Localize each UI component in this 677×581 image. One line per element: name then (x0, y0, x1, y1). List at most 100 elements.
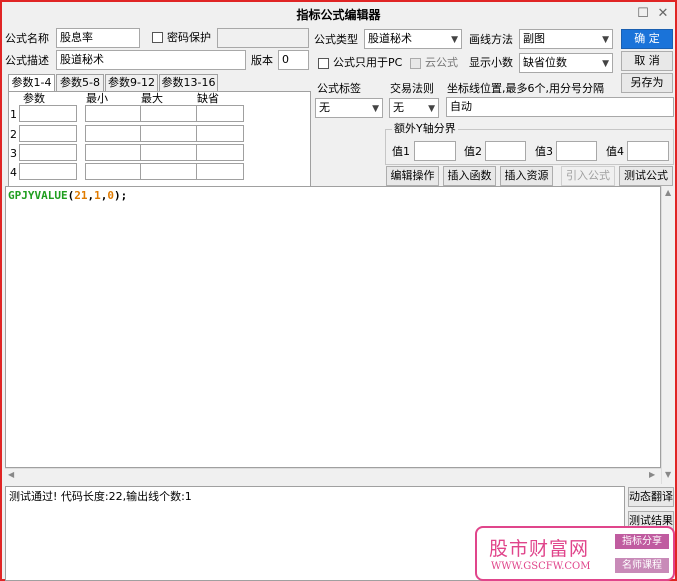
chevron-down-icon: ▼ (428, 104, 435, 114)
formula-name-label: 公式名称 (5, 32, 49, 45)
param-row-number: 1 (10, 108, 17, 121)
version-input[interactable]: 0 (278, 50, 309, 70)
param-4-max[interactable] (140, 163, 198, 180)
cloud-formula-checkbox[interactable] (410, 58, 421, 69)
param-col-name: 参数 (23, 92, 45, 105)
chevron-down-icon: ▼ (451, 35, 458, 45)
value-2-input[interactable] (485, 141, 526, 161)
pc-only-checkbox[interactable] (318, 58, 329, 69)
version-label: 版本 (251, 54, 273, 67)
code-editor[interactable]: GPJYVALUE(21,1,0); (5, 186, 661, 468)
chevron-down-icon: ▼ (602, 35, 609, 45)
axis-position-input[interactable]: 自动 (446, 97, 674, 117)
param-2-min[interactable] (85, 125, 143, 142)
trade-rule-label: 交易法则 (390, 82, 434, 95)
test-formula-button[interactable]: 测试公式 (619, 166, 673, 186)
decimals-label: 显示小数 (469, 56, 513, 69)
watermark-url: WWW.GSCFW.COM (491, 561, 591, 572)
param-3-max[interactable] (140, 144, 198, 161)
param-col-default: 缺省 (197, 92, 219, 105)
watermark-tag-course: 名师课程 (615, 558, 669, 573)
param-2-name[interactable] (19, 125, 77, 142)
param-1-max[interactable] (140, 105, 198, 122)
insert-resource-button[interactable]: 插入资源 (500, 166, 553, 186)
cloud-formula-label: 云公式 (425, 56, 458, 69)
value-2-label: 值2 (464, 145, 482, 158)
param-3-min[interactable] (85, 144, 143, 161)
password-label: 密码保护 (167, 31, 211, 44)
formula-desc-input[interactable]: 股道秘术 (56, 50, 246, 70)
scroll-left-icon[interactable]: ◀ (8, 470, 14, 479)
horizontal-scrollbar[interactable]: ◀ ▶ (5, 468, 661, 482)
value-1-input[interactable] (414, 141, 456, 161)
tab-params-13-16[interactable]: 参数13-16 (159, 74, 218, 92)
param-3-default[interactable] (196, 144, 244, 161)
param-col-min: 最小 (86, 92, 108, 105)
param-4-name[interactable] (19, 163, 77, 180)
vertical-scrollbar[interactable]: ▲ ▼ (661, 186, 675, 484)
password-checkbox[interactable] (152, 32, 163, 43)
scroll-right-icon[interactable]: ▶ (649, 470, 655, 479)
code-arg-2: 1 (94, 189, 101, 202)
scroll-up-icon[interactable]: ▲ (665, 188, 671, 197)
scroll-down-icon[interactable]: ▼ (665, 470, 671, 479)
formula-type-select[interactable]: 股道秘术 ▼ (364, 29, 462, 49)
cancel-button[interactable]: 取 消 (621, 51, 673, 71)
param-col-max: 最大 (141, 92, 163, 105)
draw-method-label: 画线方法 (469, 33, 513, 46)
params-panel: 参数 最小 最大 缺省 1 2 3 4 (8, 91, 311, 187)
param-4-min[interactable] (85, 163, 143, 180)
import-formula-button[interactable]: 引入公式 (561, 166, 615, 186)
save-as-button[interactable]: 另存为 (621, 73, 673, 93)
formula-name-input[interactable]: 股息率 (56, 28, 140, 48)
formula-type-value: 股道秘术 (368, 32, 412, 45)
formula-desc-label: 公式描述 (5, 54, 49, 67)
param-2-default[interactable] (196, 125, 244, 142)
tab-params-5-8[interactable]: 参数5-8 (56, 74, 104, 92)
draw-method-select[interactable]: 副图 ▼ (519, 29, 613, 49)
formula-tag-select[interactable]: 无 ▼ (315, 98, 383, 118)
ok-button[interactable]: 确 定 (621, 29, 673, 49)
maximize-icon[interactable]: ☐ (634, 5, 652, 23)
param-3-name[interactable] (19, 144, 77, 161)
site-watermark: 股市财富网 WWW.GSCFW.COM 指标分享 名师课程 (475, 526, 675, 581)
param-row-number: 4 (10, 166, 17, 179)
code-close: ); (113, 189, 128, 202)
formula-type-label: 公式类型 (314, 33, 358, 46)
axis-position-label: 坐标线位置,最多6个,用分号分隔 (447, 82, 604, 95)
extra-y-axis-label: 额外Y轴分界 (392, 122, 458, 136)
param-2-max[interactable] (140, 125, 198, 142)
chevron-down-icon: ▼ (602, 59, 609, 69)
chevron-down-icon: ▼ (372, 104, 379, 114)
value-3-label: 值3 (535, 145, 553, 158)
param-row-number: 3 (10, 147, 17, 160)
watermark-brand: 股市财富网 (489, 538, 590, 560)
draw-method-value: 副图 (523, 32, 545, 45)
code-arg-1: 21 (74, 189, 88, 202)
value-1-label: 值1 (392, 145, 410, 158)
decimals-select[interactable]: 缺省位数 ▼ (519, 53, 613, 73)
edit-operations-button[interactable]: 编辑操作 (386, 166, 439, 186)
param-1-default[interactable] (196, 105, 244, 122)
close-icon[interactable]: ✕ (654, 5, 672, 23)
dynamic-translate-button[interactable]: 动态翻译 (628, 487, 674, 507)
param-row-number: 2 (10, 128, 17, 141)
watermark-tag-share: 指标分享 (615, 534, 669, 549)
insert-function-button[interactable]: 插入函数 (443, 166, 496, 186)
code-function-name: GPJYVALUE (8, 189, 68, 202)
trade-rule-select[interactable]: 无 ▼ (389, 98, 439, 118)
param-1-name[interactable] (19, 105, 77, 122)
param-4-default[interactable] (196, 163, 244, 180)
pc-only-label: 公式只用于PC (333, 56, 403, 69)
value-3-input[interactable] (556, 141, 597, 161)
code-line: GPJYVALUE(21,1,0); (8, 189, 127, 202)
value-4-input[interactable] (627, 141, 669, 161)
title-bar: 指标公式编辑器 ☐ ✕ (2, 2, 675, 26)
formula-tag-value: 无 (319, 101, 330, 114)
formula-tag-label: 公式标签 (317, 82, 361, 95)
tab-params-9-12[interactable]: 参数9-12 (105, 74, 158, 92)
password-input[interactable] (217, 28, 309, 48)
decimals-value: 缺省位数 (523, 56, 567, 69)
trade-rule-value: 无 (393, 101, 404, 114)
param-1-min[interactable] (85, 105, 143, 122)
